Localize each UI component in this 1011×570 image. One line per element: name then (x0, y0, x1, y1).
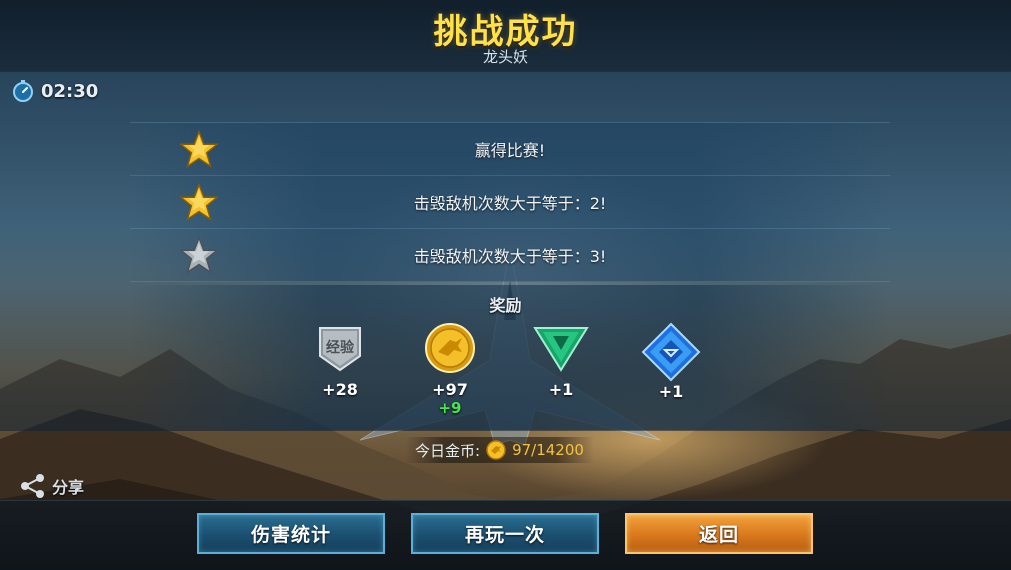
daily-gold-value: 97/14200 (512, 441, 584, 459)
stopwatch-icon (13, 80, 33, 102)
reward-green-gem: +1 (521, 322, 601, 399)
objective-list: 赢得比赛! 击毁敌机次数大于等于：2! 击毁敌机次数大于等于：3! (130, 122, 890, 282)
blue-crystal-icon (641, 322, 701, 382)
reward-gold: +97 +9 (410, 322, 490, 417)
reward-value: +97 (432, 380, 468, 399)
share-icon (21, 474, 44, 498)
timer-text: 02:30 (41, 80, 99, 102)
objective-label: 赢得比赛! (474, 141, 546, 160)
reward-blue-crystal: +1 (631, 322, 711, 401)
gold-coin-icon (486, 440, 506, 460)
mission-name: 龙头妖 (482, 48, 528, 66)
experience-badge-text: 经验 (326, 339, 355, 356)
reward-experience: 经验 +28 (300, 322, 380, 399)
daily-gold: 今日金币: 97/14200 (405, 437, 594, 463)
objective-label: 击毁敌机次数大于等于：2! (413, 194, 607, 213)
result-header: 挑战成功 龙头妖 (0, 0, 1011, 72)
objective-row: 击毁敌机次数大于等于：3! (130, 229, 890, 282)
daily-gold-label: 今日金币: (415, 441, 481, 460)
objective-label: 击毁敌机次数大于等于：3! (413, 247, 607, 266)
objective-row: 击毁敌机次数大于等于：2! (130, 176, 890, 229)
reward-value: +28 (322, 380, 358, 399)
damage-stats-button[interactable]: 伤害统计 (197, 513, 385, 554)
mission-timer: 02:30 (11, 79, 98, 103)
play-again-button[interactable]: 再玩一次 (411, 513, 599, 554)
reward-value: +1 (548, 380, 574, 399)
share-label: 分享 (52, 478, 85, 497)
green-gem-icon (533, 327, 589, 372)
reward-bonus: +9 (438, 399, 462, 417)
gold-coin-icon (425, 323, 475, 373)
share-button[interactable]: 分享 (20, 474, 84, 498)
experience-badge-icon: 经验 (319, 327, 361, 372)
back-button[interactable]: 返回 (625, 513, 813, 554)
reward-value: +1 (658, 382, 684, 401)
objective-row: 赢得比赛! (130, 122, 890, 176)
reward-title: 奖励 (489, 296, 522, 315)
